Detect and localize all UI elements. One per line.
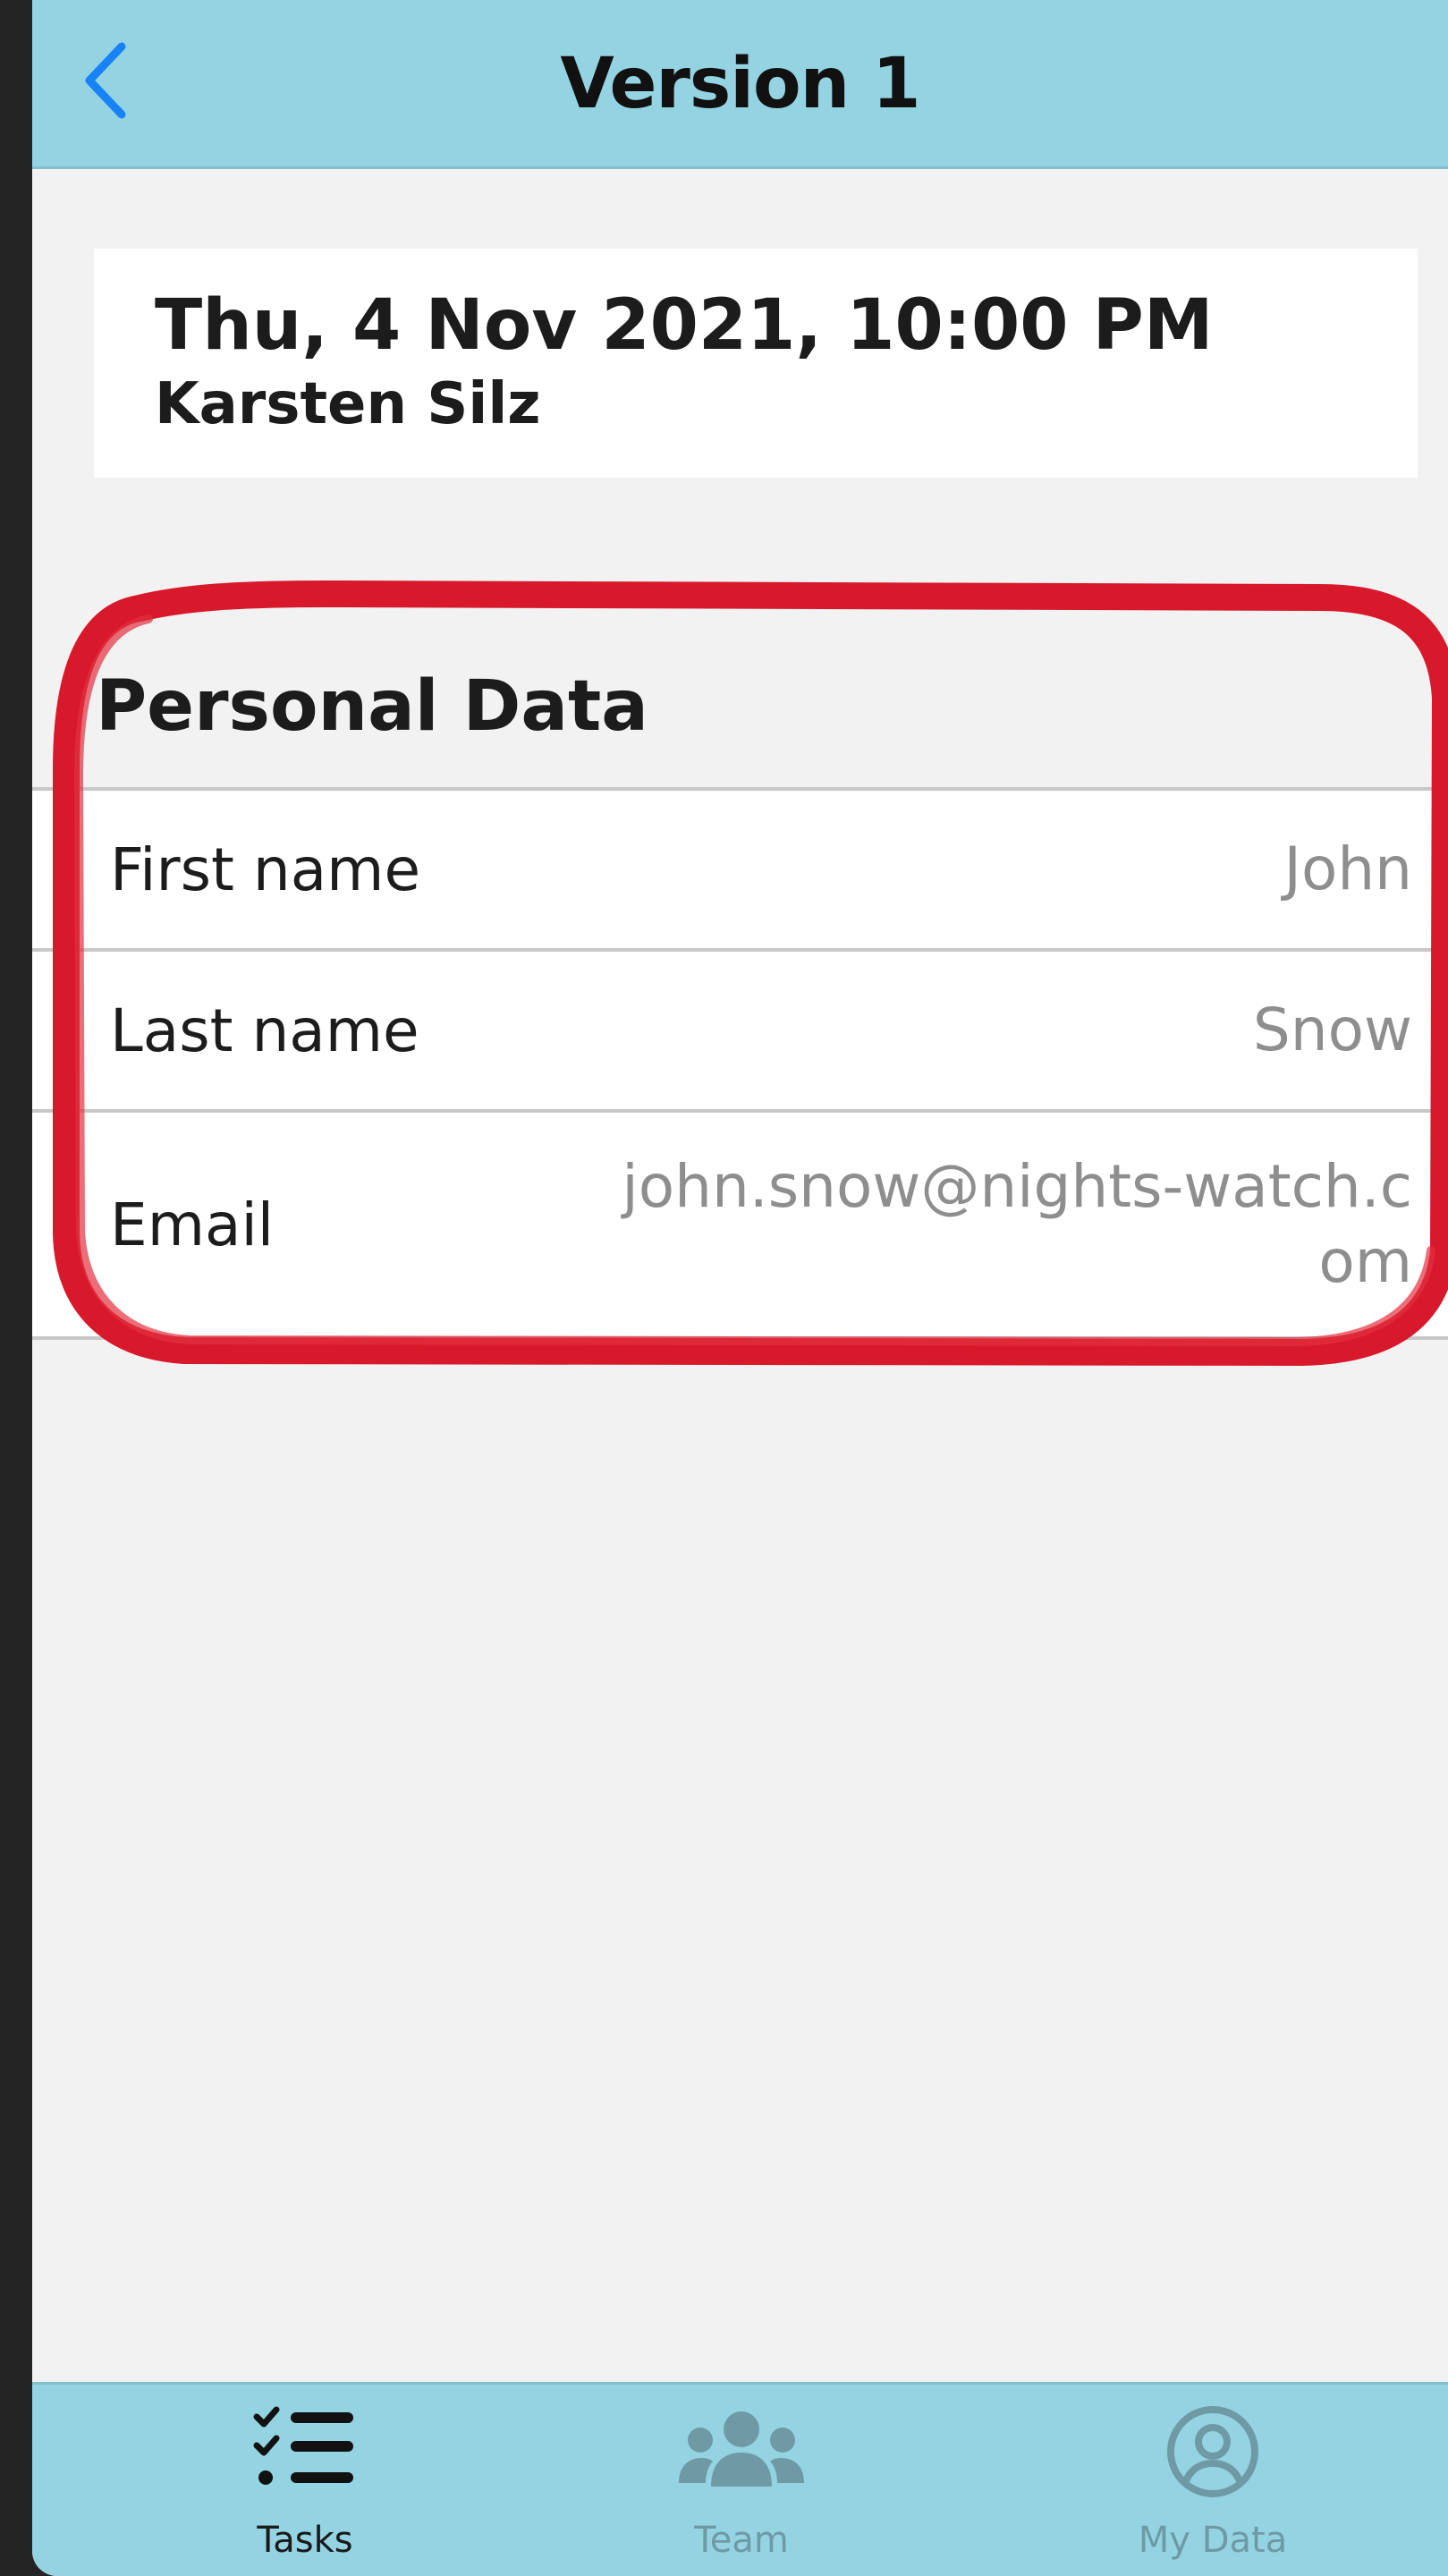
page-title: Version 1	[560, 44, 920, 124]
tab-tasks-label: Tasks	[257, 2520, 353, 2561]
tab-tasks[interactable]: Tasks	[126, 2385, 484, 2576]
task-list-icon	[253, 2406, 353, 2485]
last-name-value: Snow	[1252, 996, 1412, 1064]
first-name-row[interactable]: First name John	[32, 791, 1448, 952]
navigation-bar: Version 1	[32, 0, 1448, 169]
personal-data-list: First name John Last name Snow Email joh…	[32, 787, 1448, 1340]
last-name-row[interactable]: Last name Snow	[32, 952, 1448, 1113]
version-date: Thu, 4 Nov 2021, 10:00 PM	[155, 285, 1214, 366]
app-screen: Version 1 Thu, 4 Nov 2021, 10:00 PM Kars…	[32, 0, 1448, 2576]
email-value: john.snow@nights-watch.com	[622, 1152, 1412, 1296]
version-author: Karsten Silz	[155, 371, 541, 437]
first-name-label: First name	[110, 835, 421, 904]
email-row[interactable]: Email john.snow@nights-watch.com	[32, 1113, 1448, 1336]
version-info-card: Thu, 4 Nov 2021, 10:00 PM Karsten Silz	[94, 249, 1418, 478]
user-circle-icon	[1167, 2406, 1258, 2497]
section-title-personal-data: Personal Data	[96, 666, 648, 747]
tab-team[interactable]: Team	[563, 2385, 920, 2576]
last-name-label: Last name	[110, 996, 419, 1065]
first-name-value: John	[1283, 835, 1412, 903]
tab-bar: Tasks Team My Data	[32, 2382, 1448, 2576]
tab-my-data-label: My Data	[1138, 2520, 1288, 2561]
email-label: Email	[110, 1190, 275, 1259]
team-icon	[679, 2411, 804, 2487]
tab-team-label: Team	[694, 2520, 789, 2561]
tab-my-data[interactable]: My Data	[1034, 2385, 1392, 2576]
